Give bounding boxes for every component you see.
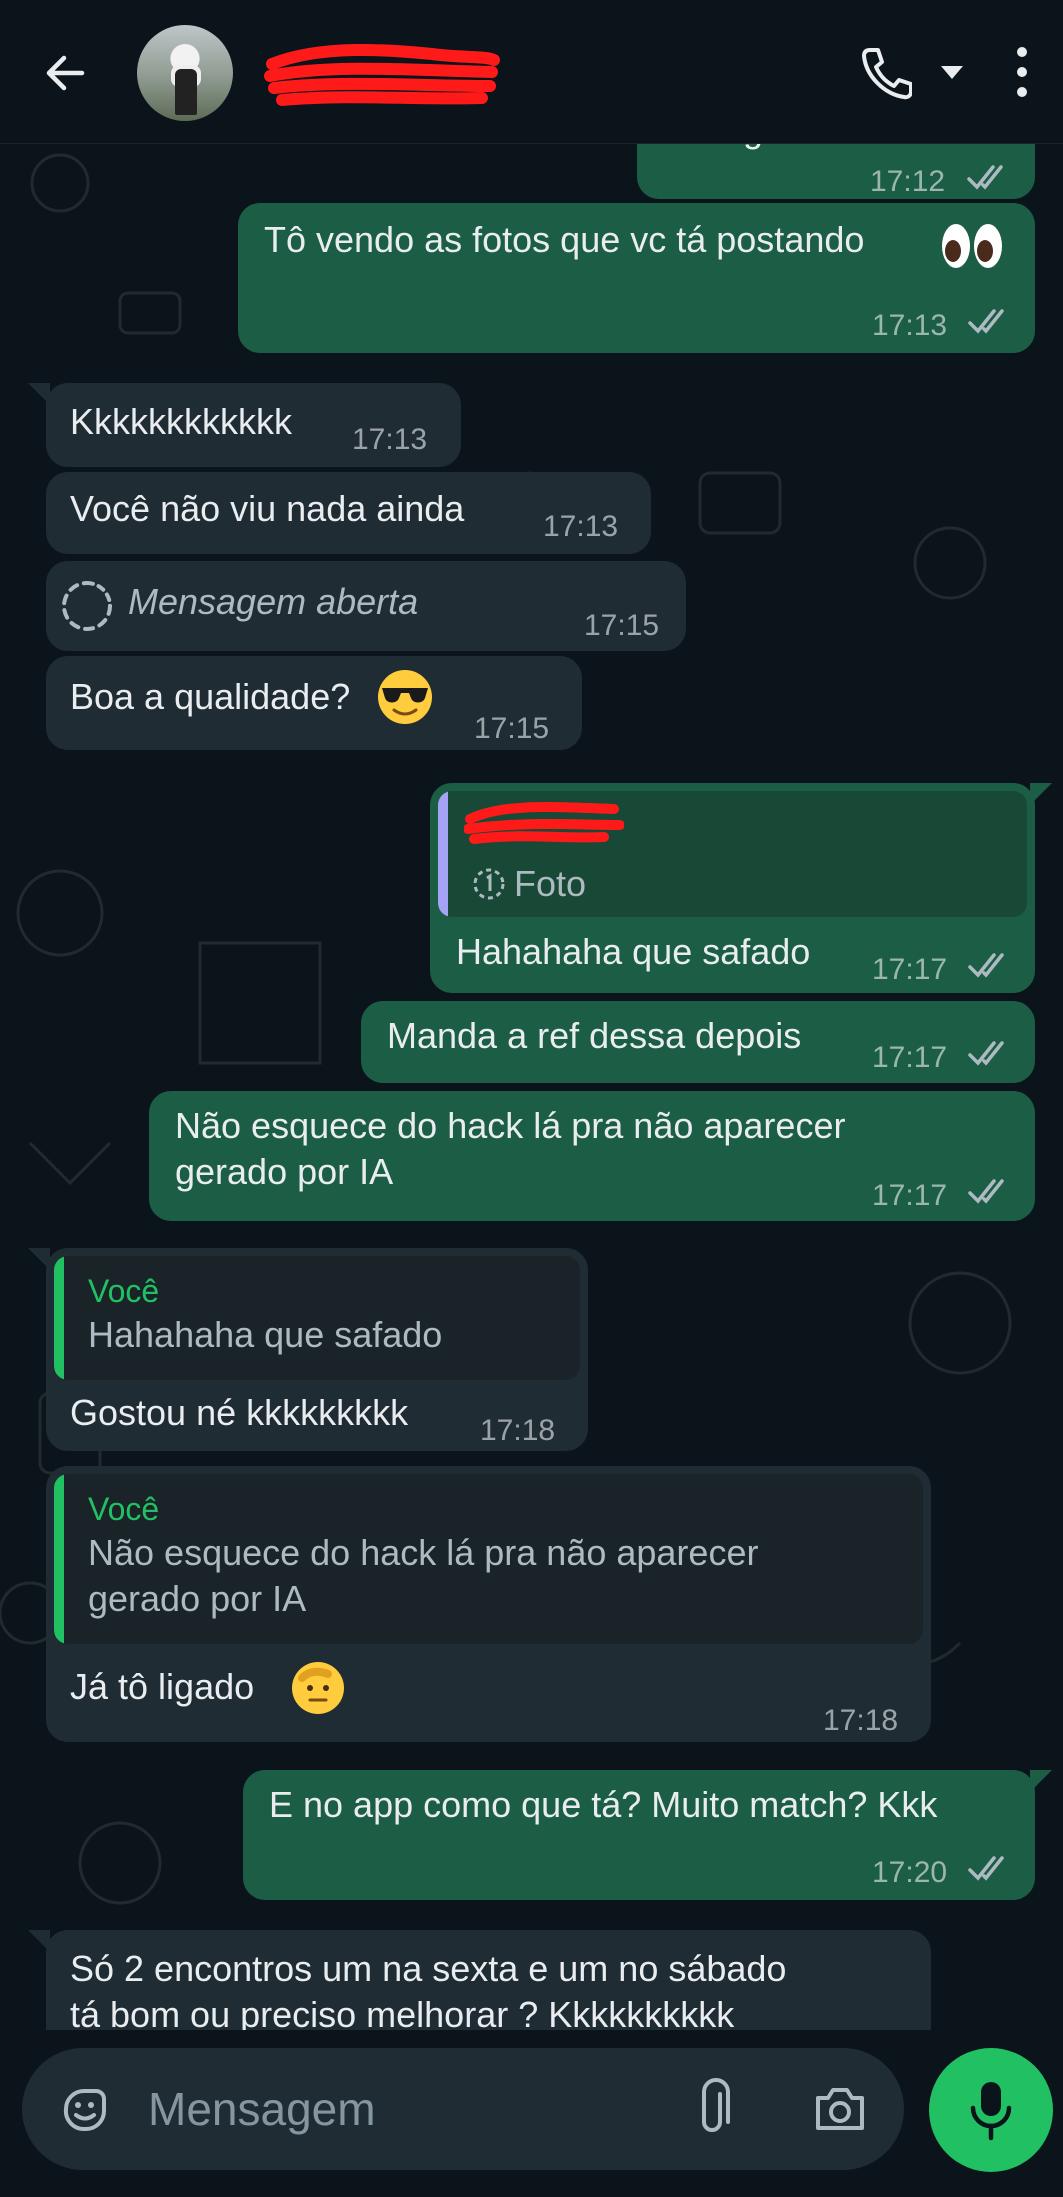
message-text: Boa a qualidade? <box>70 676 351 717</box>
vertical-dots-icon[interactable] <box>1005 40 1039 104</box>
message-bubble-incoming[interactable]: Você não viu nada ainda 17:13 <box>46 472 651 554</box>
message-text: Já tô ligado <box>70 1666 255 1707</box>
message-bubble-incoming[interactable]: Só 2 encontros um na sexta e um no sábad… <box>46 1930 931 2040</box>
sticker-icon[interactable] <box>56 2081 112 2137</box>
message-text: Só 2 encontros um na sexta e um no sábad… <box>70 1948 787 1989</box>
message-bubble-outgoing[interactable]: E no app como que tá? Muito match? Kkk 1… <box>243 1770 1035 1900</box>
message-text: Kkkkkkkkkkkk <box>70 401 293 442</box>
message-text: Hahahaha que safado <box>456 931 811 972</box>
message-text: E no app como que tá? Muito match? Kkk <box>269 1784 938 1825</box>
message-time: 17:20 <box>872 1856 948 1889</box>
message-time: 17:17 <box>872 1179 948 1212</box>
message-time: 17:13 <box>872 309 948 342</box>
message-text: Você não viu nada ainda <box>70 488 465 529</box>
message-bubble-incoming[interactable]: Boa a qualidade? 17:15 <box>46 656 582 750</box>
message-bubble-outgoing[interactable]: Tô vendo as fotos que vc tá postando 17:… <box>238 203 1035 353</box>
message-bubble-incoming[interactable]: Você Não esquece do hack lá pra não apar… <box>46 1466 931 1742</box>
eyes-emoji-icon <box>942 224 1002 268</box>
message-text: Manda a ref dessa depois <box>387 1015 802 1056</box>
message-text: Mensagem aberta <box>128 581 419 622</box>
message-time: 17:17 <box>872 953 948 986</box>
quoted-text: Hahahaha que safado <box>88 1314 443 1355</box>
quoted-message[interactable]: Você Hahahaha que safado <box>54 1256 580 1380</box>
phone-icon[interactable] <box>856 40 912 104</box>
quoted-text: gerado por IA <box>88 1578 307 1619</box>
contact-avatar[interactable] <box>137 25 233 121</box>
message-composer[interactable]: Mensagem <box>22 2048 904 2170</box>
read-receipt-icon <box>968 953 1004 978</box>
view-once-opened-icon <box>62 581 112 631</box>
paperclip-icon[interactable] <box>690 2078 736 2140</box>
quoted-message[interactable]: Você Não esquece do hack lá pra não apar… <box>54 1474 923 1644</box>
sunglasses-emoji-icon <box>378 670 432 724</box>
message-time: 17:15 <box>474 712 550 745</box>
quoted-text: Foto <box>514 863 587 904</box>
message-text: Tô vendo as fotos que vc tá postando <box>264 219 865 260</box>
message-bubble-incoming[interactable]: Kkkkkkkkkkkk 17:13 <box>46 383 461 467</box>
read-receipt-icon <box>968 1856 1004 1881</box>
message-time: 17:13 <box>543 510 619 543</box>
message-input[interactable]: Mensagem <box>148 2082 376 2136</box>
message-bubble-outgoing[interactable]: Não esquece do hack lá pra não aparecer … <box>149 1091 1035 1221</box>
quoted-message[interactable]: Foto <box>438 791 1027 917</box>
caret-down-icon[interactable] <box>935 58 969 86</box>
arrow-left-icon[interactable] <box>38 46 92 100</box>
chat-header <box>0 0 1063 144</box>
message-time: 17:12 <box>870 165 946 198</box>
quoted-author: Você <box>88 1491 160 1527</box>
message-list[interactable]: Fala gatão 17:12 Tô vendo as fotos que v… <box>0 143 1063 2040</box>
microphone-icon <box>970 2082 1012 2141</box>
quoted-text: Não esquece do hack lá pra não aparecer <box>88 1532 759 1573</box>
message-bubble-outgoing[interactable]: Manda a ref dessa depois 17:17 <box>361 1001 1035 1083</box>
message-bubble-incoming[interactable]: Mensagem aberta 17:15 <box>46 561 686 651</box>
message-time: 17:18 <box>823 1704 899 1737</box>
message-text: Gostou né kkkkkkkkk <box>70 1392 409 1433</box>
message-time: 17:17 <box>872 1041 948 1074</box>
redacted-author-scribble <box>464 802 624 844</box>
message-bubble-incoming[interactable]: Você Hahahaha que safado Gostou né kkkkk… <box>46 1248 588 1451</box>
read-receipt-icon <box>967 165 1003 190</box>
camera-icon[interactable] <box>812 2080 868 2136</box>
read-receipt-icon <box>968 309 1004 334</box>
message-time: 17:13 <box>352 423 428 456</box>
read-receipt-icon <box>968 1041 1004 1066</box>
message-time: 17:15 <box>584 609 660 642</box>
message-bubble-outgoing[interactable]: Fala gatão 17:12 <box>637 143 1035 199</box>
message-text: gerado por IA <box>175 1151 394 1192</box>
read-receipt-icon <box>968 1179 1004 1204</box>
view-once-icon <box>473 868 505 900</box>
message-bubble-outgoing[interactable]: Foto Hahahaha que safado 17:17 <box>430 783 1035 993</box>
voice-record-button[interactable] <box>929 2048 1053 2172</box>
saluting-face-emoji-icon <box>292 1662 344 1714</box>
contact-name-redacted[interactable] <box>262 42 502 110</box>
quoted-author: Você <box>88 1273 160 1309</box>
message-text: Fala gatão <box>663 143 833 165</box>
message-text: Não esquece do hack lá pra não aparecer <box>175 1105 846 1146</box>
message-time: 17:18 <box>480 1414 556 1447</box>
